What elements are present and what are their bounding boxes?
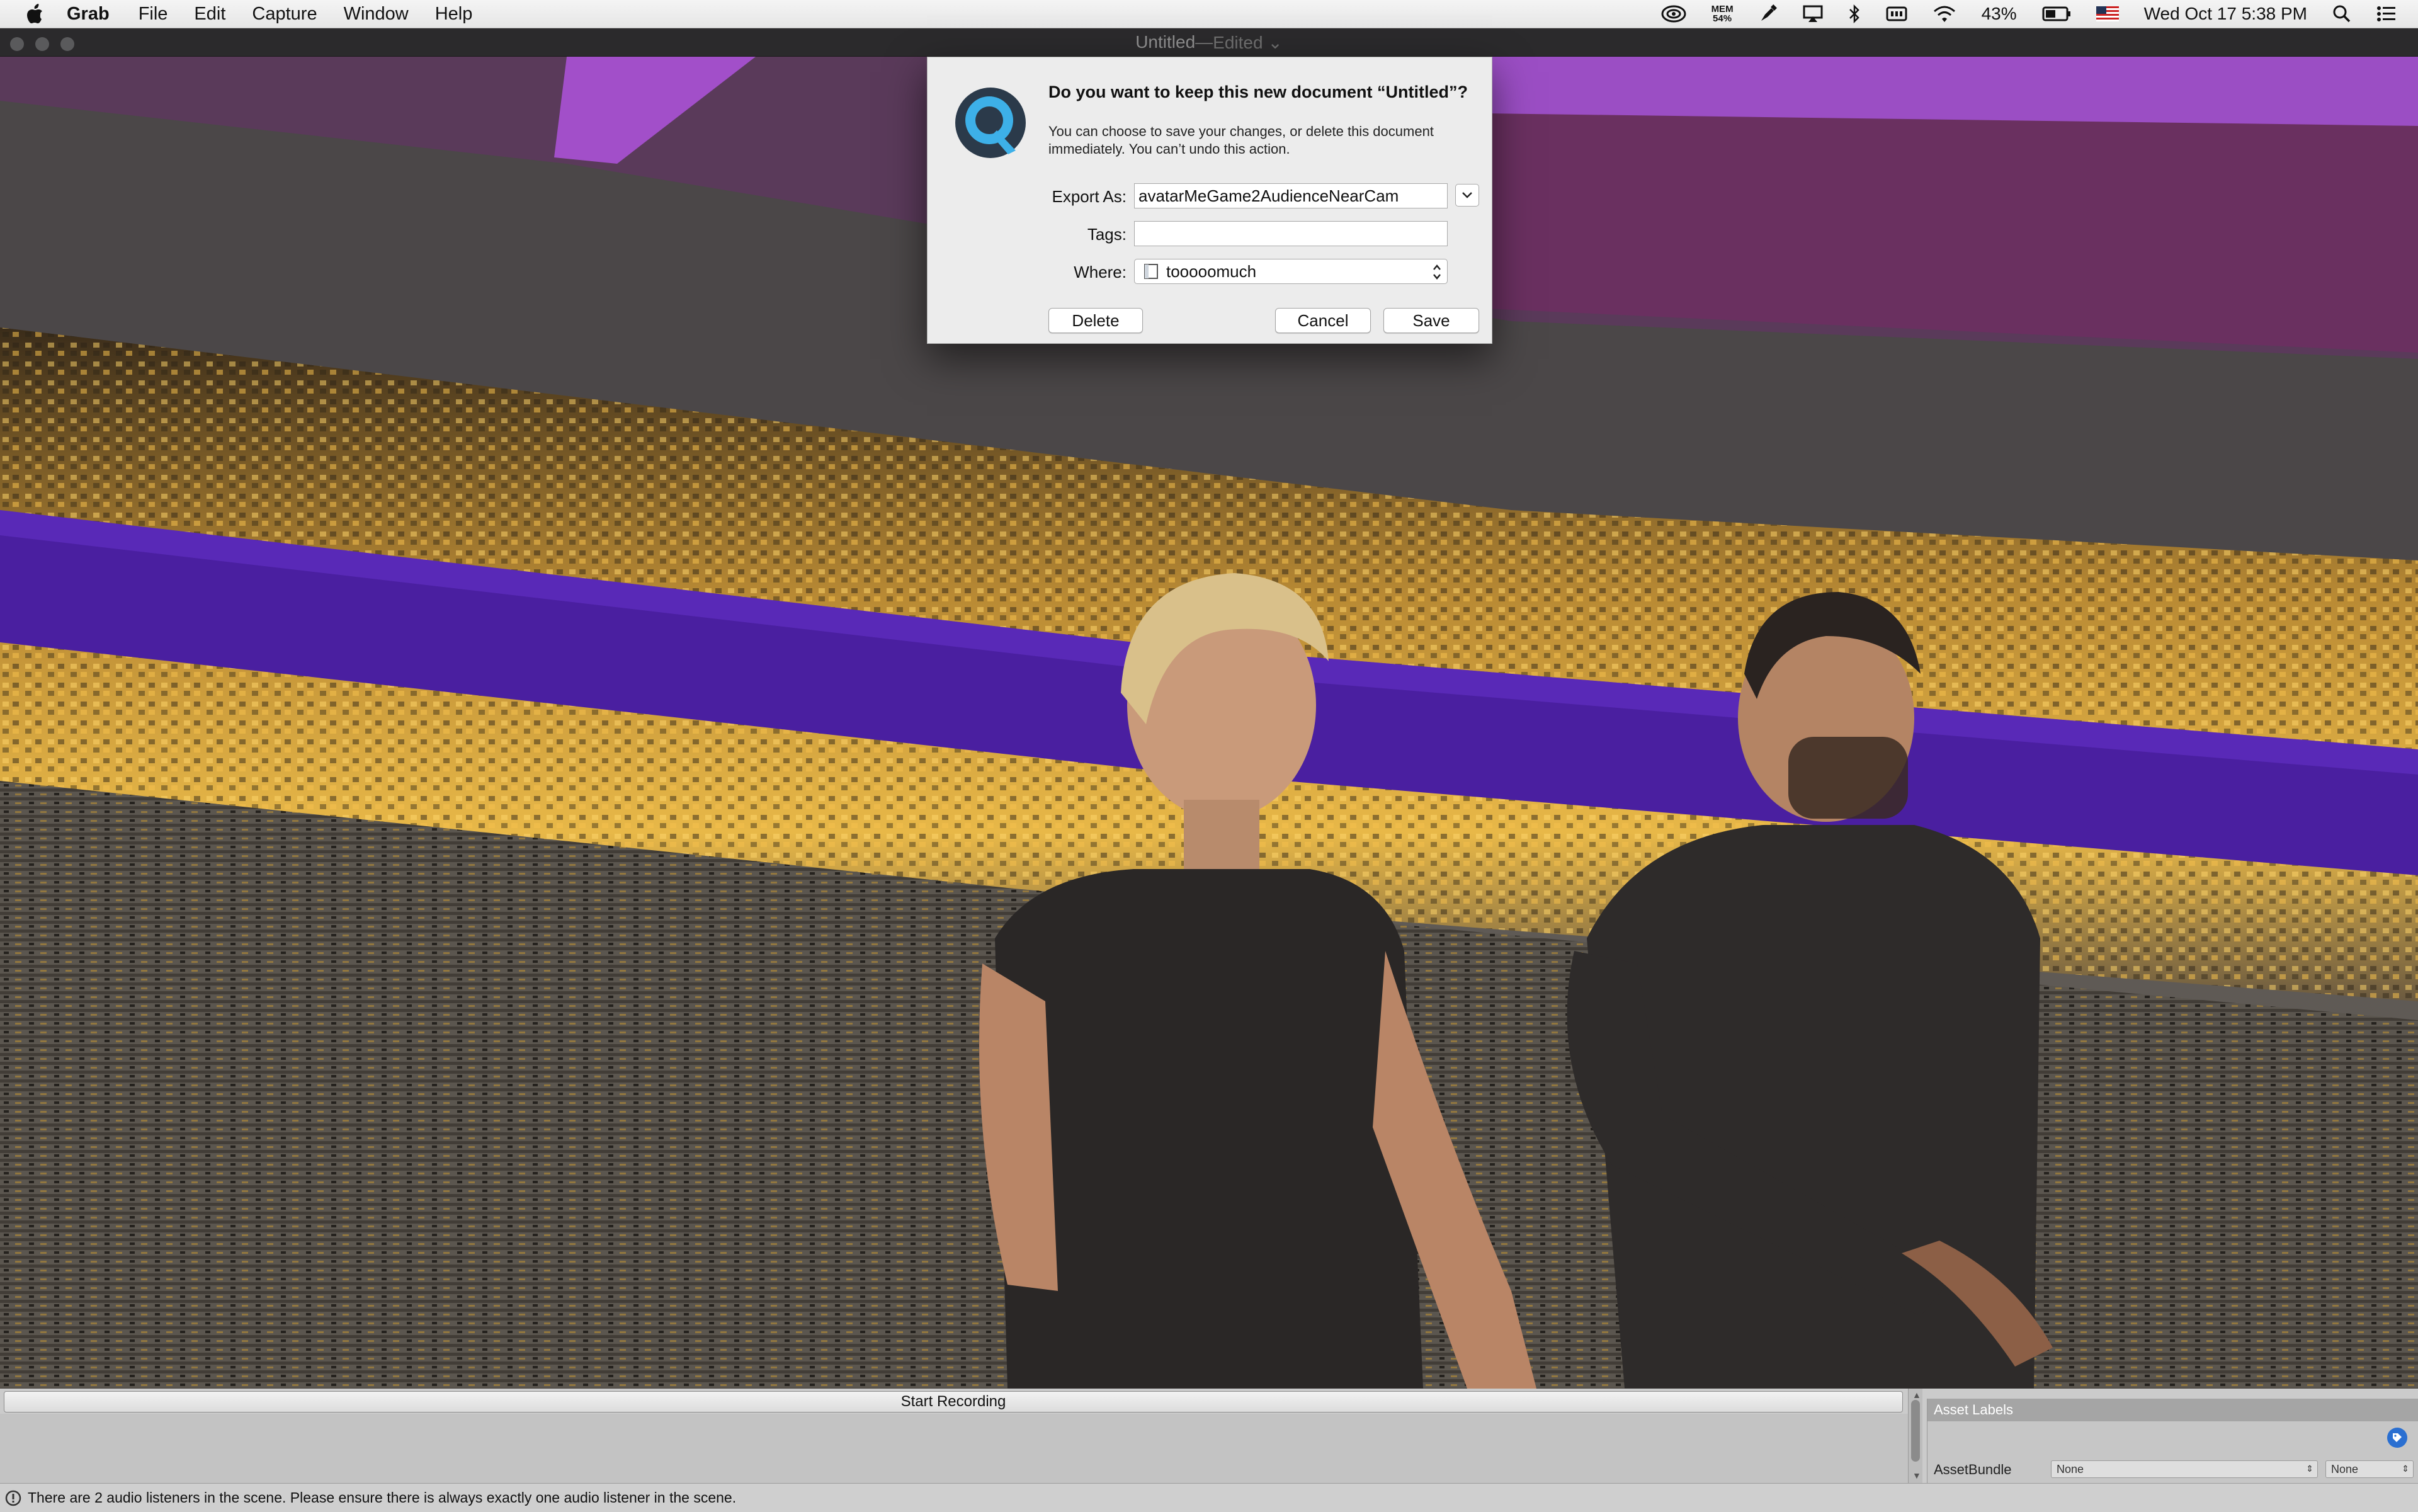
console-scrollbar[interactable]: ▲ ▼ <box>1908 1389 1922 1483</box>
dialog-info-text: You can choose to save your changes, or … <box>1048 123 1434 157</box>
notification-center-icon[interactable] <box>2376 5 2397 23</box>
assetbundle-value: None <box>2057 1462 2084 1475</box>
menu-help[interactable]: Help <box>435 4 473 25</box>
chevron-down-icon <box>1462 192 1472 198</box>
close-button[interactable] <box>10 37 24 51</box>
variant-select[interactable]: None ⇕ <box>2325 1460 2414 1478</box>
scroll-down-icon[interactable]: ▼ <box>1912 1470 1921 1481</box>
bluetooth-icon[interactable] <box>1848 4 1861 24</box>
export-as-label: Export As: <box>1052 187 1127 206</box>
zoom-button[interactable] <box>60 37 74 51</box>
export-as-field[interactable] <box>1134 183 1448 208</box>
apple-icon[interactable] <box>25 3 44 25</box>
delete-button[interactable]: Delete <box>1048 308 1143 333</box>
start-recording-button[interactable]: Start Recording <box>4 1391 1903 1413</box>
where-popup[interactable]: tooooomuch <box>1134 259 1448 284</box>
window-title: Untitled <box>1135 32 1196 52</box>
scroll-up-icon[interactable]: ▲ <box>1912 1390 1921 1400</box>
assetbundle-select[interactable]: None ⇕ <box>2051 1460 2318 1478</box>
up-down-arrows-icon <box>1433 264 1441 280</box>
status-bar[interactable]: There are 2 audio listeners in the scene… <box>0 1483 2418 1512</box>
pen-icon[interactable] <box>1759 4 1778 23</box>
cancel-button[interactable]: Cancel <box>1275 308 1371 333</box>
save-button[interactable]: Save <box>1383 308 1479 333</box>
clock[interactable]: Wed Oct 17 5:38 PM <box>2144 4 2307 24</box>
status-menus: MEM 54% 43% Wed Oct 17 5:38 PM <box>1661 0 2397 28</box>
wifi-icon[interactable] <box>1933 4 1956 23</box>
memory-monitor[interactable]: MEM 54% <box>1711 4 1734 23</box>
tags-label: Tags: <box>1087 225 1127 244</box>
info-icon <box>5 1490 21 1506</box>
menu-file[interactable]: File <box>139 4 168 25</box>
select-arrows-icon: ⇕ <box>2306 1464 2313 1474</box>
minimize-button[interactable] <box>35 37 49 51</box>
menu-bar: Grab File Edit Capture Window Help MEM 5… <box>0 0 2418 28</box>
display-icon[interactable] <box>1886 6 1907 22</box>
editor-bottom-panel: Start Recording ▲ ▼ Asset Labels AssetBu… <box>0 1389 2418 1512</box>
title-separator: — <box>1195 32 1213 52</box>
folder-icon <box>1144 264 1158 279</box>
battery-percent: 43% <box>1981 4 2017 23</box>
window-controls <box>10 37 74 51</box>
activity-icon[interactable] <box>1661 4 1686 23</box>
select-arrows-icon: ⇕ <box>2402 1464 2409 1474</box>
status-message: There are 2 audio listeners in the scene… <box>28 1489 737 1506</box>
quicktime-icon <box>955 88 1026 158</box>
dialog-headline: Do you want to keep this new document “U… <box>1048 82 1468 101</box>
menu-app-grab[interactable]: Grab <box>67 4 110 25</box>
asset-labels-inspector: Asset Labels AssetBundle None ⇕ None ⇕ <box>1927 1399 2418 1483</box>
window-title-bar: Untitled — Edited ⌄ <box>0 28 2418 57</box>
menu-window[interactable]: Window <box>344 4 409 25</box>
scroll-thumb[interactable] <box>1911 1400 1920 1462</box>
assetbundle-label: AssetBundle <box>1934 1462 2012 1477</box>
battery-icon[interactable] <box>2042 6 2071 21</box>
spotlight-icon[interactable] <box>2332 4 2351 23</box>
menu-capture[interactable]: Capture <box>252 4 317 25</box>
where-value: tooooomuch <box>1166 261 1257 281</box>
airplay-icon[interactable] <box>1803 5 1823 23</box>
save-changes-dialog: Do you want to keep this new document “U… <box>927 57 1492 344</box>
us-flag-icon[interactable] <box>2096 6 2119 21</box>
where-label: Where: <box>1074 263 1127 281</box>
menu-edit[interactable]: Edit <box>194 4 225 25</box>
asset-labels-header: Asset Labels <box>1927 1399 2418 1421</box>
tags-field[interactable] <box>1134 221 1448 246</box>
console-area <box>0 1414 1908 1483</box>
edited-indicator[interactable]: Edited ⌄ <box>1213 32 1283 53</box>
tag-icon[interactable] <box>2387 1428 2407 1448</box>
export-expand-button[interactable] <box>1455 184 1479 207</box>
variant-value: None <box>2331 1462 2359 1475</box>
